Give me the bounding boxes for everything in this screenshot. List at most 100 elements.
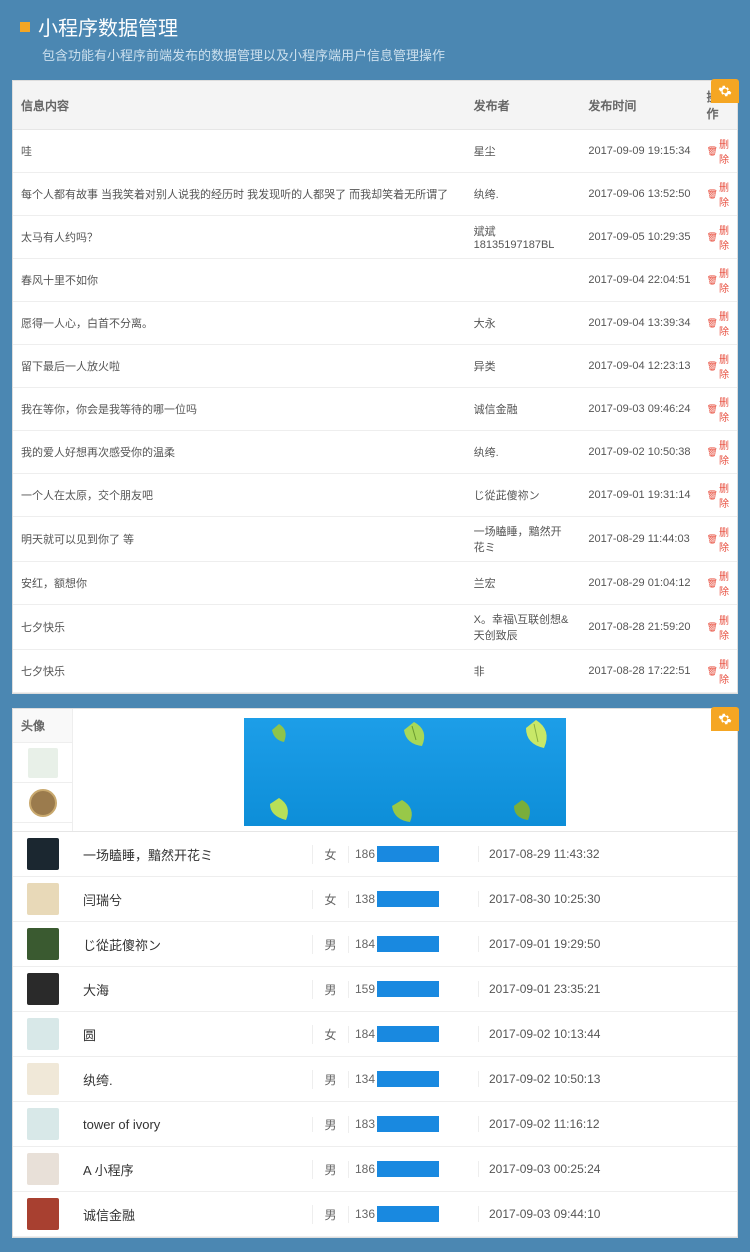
phone-prefix: 138 <box>355 892 375 906</box>
avatar-image <box>27 883 59 915</box>
cell-content: 安红，额想你 <box>13 562 466 605</box>
user-time: 2017-09-02 11:16:12 <box>479 1117 737 1131</box>
user-gender: 男 <box>313 1071 349 1088</box>
phone-prefix: 183 <box>355 1117 375 1131</box>
gear-icon <box>718 712 732 726</box>
cell-content: 每个人都有故事 当我笑着对别人说我的经历时 我发现听的人都哭了 而我却笑着无所谓… <box>13 173 466 216</box>
page-title: 小程序数据管理 <box>38 12 178 41</box>
messages-table: 信息内容 发布者 发布时间 操作 哇 星尘 2017-09-09 19:15:3… <box>13 81 737 693</box>
avatar-image <box>27 838 59 870</box>
delete-button[interactable]: 删除 <box>707 136 729 166</box>
user-gender: 男 <box>313 936 349 953</box>
phone-prefix: 136 <box>355 1207 375 1221</box>
user-name: 一场瞌睡，黯然开花ミ <box>73 845 313 864</box>
cell-action: 删除 <box>699 259 737 302</box>
table-row: 春风十里不如你 2017-09-04 22:04:51 删除 <box>13 259 737 302</box>
cell-content: 我在等你，你会是我等待的哪一位吗 <box>13 388 466 431</box>
user-time: 2017-09-01 19:29:50 <box>479 937 737 951</box>
cell-publisher: 纨绔. <box>466 431 581 474</box>
delete-button[interactable]: 删除 <box>707 179 729 209</box>
delete-button[interactable]: 删除 <box>707 351 729 381</box>
user-time: 2017-09-02 10:50:13 <box>479 1072 737 1086</box>
user-avatar-cell <box>13 1012 73 1056</box>
col-content-header: 信息内容 <box>13 81 466 130</box>
delete-button[interactable]: 删除 <box>707 265 729 295</box>
user-row: tower of ivory 男 183 2017-09-02 11:16:12 <box>13 1102 737 1147</box>
cell-action: 删除 <box>699 388 737 431</box>
delete-button[interactable]: 删除 <box>707 656 729 686</box>
table-row: 七夕快乐 X。幸福\互联创想&天创致辰 2017-08-28 21:59:20 … <box>13 605 737 650</box>
user-phone: 186 <box>349 1161 479 1177</box>
user-avatar-cell <box>13 967 73 1011</box>
cell-publisher: 纨绔. <box>466 173 581 216</box>
col-publisher-header: 发布者 <box>466 81 581 130</box>
phone-prefix: 184 <box>355 937 375 951</box>
user-time: 2017-08-30 10:25:30 <box>479 892 737 906</box>
avatar-column-header: 头像 <box>13 709 73 743</box>
phone-mask <box>377 1206 439 1222</box>
cell-time: 2017-08-28 17:22:51 <box>580 650 698 693</box>
settings-button[interactable] <box>711 707 739 731</box>
user-gender: 女 <box>313 891 349 908</box>
user-avatar-cell <box>13 1057 73 1101</box>
phone-mask <box>377 1026 439 1042</box>
title-marker <box>20 22 30 32</box>
delete-button[interactable]: 删除 <box>707 568 729 598</box>
cell-time: 2017-09-02 10:50:38 <box>580 431 698 474</box>
delete-button[interactable]: 删除 <box>707 612 729 642</box>
table-row: 我的爱人好想再次感受你的温柔 纨绔. 2017-09-02 10:50:38 删… <box>13 431 737 474</box>
messages-panel: 信息内容 发布者 发布时间 操作 哇 星尘 2017-09-09 19:15:3… <box>12 80 738 694</box>
avatar-image <box>27 1198 59 1230</box>
phone-mask <box>377 1071 439 1087</box>
cell-publisher: X。幸福\互联创想&天创致辰 <box>466 605 581 650</box>
user-phone: 134 <box>349 1071 479 1087</box>
cell-content: 七夕快乐 <box>13 605 466 650</box>
cell-content: 太马有人约吗？ <box>13 216 466 259</box>
settings-button[interactable] <box>711 79 739 103</box>
cell-publisher: 大永 <box>466 302 581 345</box>
cell-publisher: 一场瞌睡，黯然开花ミ <box>466 517 581 562</box>
user-avatar-cell <box>13 1102 73 1146</box>
cell-time: 2017-09-04 12:23:13 <box>580 345 698 388</box>
delete-button[interactable]: 删除 <box>707 394 729 424</box>
user-time: 2017-09-01 23:35:21 <box>479 982 737 996</box>
user-name: tower of ivory <box>73 1117 313 1132</box>
cell-time: 2017-09-04 13:39:34 <box>580 302 698 345</box>
table-row: 明天就可以见到你了 等 一场瞌睡，黯然开花ミ 2017-08-29 11:44:… <box>13 517 737 562</box>
phone-prefix: 184 <box>355 1027 375 1041</box>
table-row: 我在等你，你会是我等待的哪一位吗 诚信金融 2017-09-03 09:46:2… <box>13 388 737 431</box>
cell-publisher: 异类 <box>466 345 581 388</box>
cell-time: 2017-09-01 19:31:14 <box>580 474 698 517</box>
delete-button[interactable]: 删除 <box>707 524 729 554</box>
user-row: A 小程序 男 186 2017-09-03 00:25:24 <box>13 1147 737 1192</box>
cell-content: 明天就可以见到你了 等 <box>13 517 466 562</box>
cell-content: 我的爱人好想再次感受你的温柔 <box>13 431 466 474</box>
cell-action: 删除 <box>699 650 737 693</box>
user-time: 2017-09-03 00:25:24 <box>479 1162 737 1176</box>
delete-button[interactable]: 删除 <box>707 222 729 252</box>
cell-content: 哇 <box>13 130 466 173</box>
user-name: 诚信金融 <box>73 1205 313 1224</box>
user-row: 大海 男 159 2017-09-01 23:35:21 <box>13 967 737 1012</box>
delete-button[interactable]: 删除 <box>707 480 729 510</box>
avatar-image <box>27 1153 59 1185</box>
cell-action: 删除 <box>699 216 737 259</box>
users-header-row: 头像 <box>13 709 737 832</box>
delete-button[interactable]: 删除 <box>707 437 729 467</box>
user-avatar-cell <box>13 1147 73 1191</box>
cell-time: 2017-08-29 11:44:03 <box>580 517 698 562</box>
cell-publisher: 兰宏 <box>466 562 581 605</box>
user-gender: 男 <box>313 1161 349 1178</box>
user-phone: 184 <box>349 936 479 952</box>
cell-action: 删除 <box>699 562 737 605</box>
user-phone: 138 <box>349 891 479 907</box>
user-row: 圆 女 184 2017-09-02 10:13:44 <box>13 1012 737 1057</box>
delete-button[interactable]: 删除 <box>707 308 729 338</box>
cell-action: 删除 <box>699 173 737 216</box>
avatar-preview <box>13 783 72 823</box>
phone-prefix: 134 <box>355 1072 375 1086</box>
user-name: 纨绔. <box>73 1070 313 1089</box>
user-gender: 男 <box>313 981 349 998</box>
user-row: 一场瞌睡，黯然开花ミ 女 186 2017-08-29 11:43:32 <box>13 832 737 877</box>
phone-prefix: 159 <box>355 982 375 996</box>
